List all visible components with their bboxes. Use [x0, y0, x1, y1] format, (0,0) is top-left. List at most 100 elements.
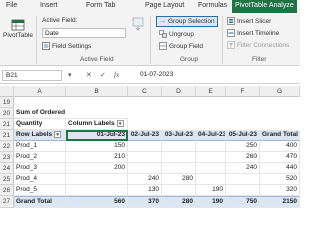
column-filter-dropdown-icon[interactable]: ▾: [116, 119, 124, 127]
value-cell[interactable]: [128, 141, 162, 152]
tab-file[interactable]: File: [6, 2, 17, 9]
row-header[interactable]: 21: [0, 130, 14, 141]
slicer-icon: [227, 17, 235, 25]
row-total-cell[interactable]: 320: [260, 185, 300, 196]
row-label-cell[interactable]: Prod_3: [14, 163, 66, 174]
row-header[interactable]: 20: [0, 108, 14, 119]
value-cell[interactable]: [162, 185, 196, 196]
row-header[interactable]: 27: [0, 196, 14, 208]
row-total-cell[interactable]: 470: [260, 152, 300, 163]
formula-input[interactable]: 01-07-2023: [138, 70, 296, 81]
insert-timeline-button[interactable]: Insert Timeline: [227, 29, 279, 37]
enter-icon[interactable]: ✓: [100, 71, 106, 79]
value-cell[interactable]: [162, 141, 196, 152]
date-header-cell[interactable]: 04-Jul-23: [196, 130, 226, 141]
value-cell[interactable]: [196, 141, 226, 152]
group-field-button[interactable]: Group Field: [159, 42, 203, 50]
column-header-a[interactable]: A: [14, 86, 66, 97]
value-cell[interactable]: 240: [226, 163, 260, 174]
column-total-cell[interactable]: 750: [226, 196, 260, 208]
date-header-cell[interactable]: 01-Jul-23: [66, 130, 128, 141]
row-header[interactable]: 25: [0, 174, 14, 185]
column-header-c[interactable]: C: [128, 86, 162, 97]
group-selection-button[interactable]: → Group Selection: [156, 16, 218, 27]
value-cell[interactable]: [128, 152, 162, 163]
value-cell[interactable]: 250: [226, 141, 260, 152]
row-label-cell[interactable]: Prod_4: [14, 174, 66, 185]
tab-page-layout[interactable]: Page Layout: [145, 2, 184, 9]
row-labels-header[interactable]: Row Labels ▾: [14, 130, 66, 141]
tab-form[interactable]: Form Tab: [86, 2, 115, 9]
date-header-cell[interactable]: 02-Jul-23: [128, 130, 162, 141]
row-total-cell[interactable]: 520: [260, 174, 300, 185]
pivot-values-label[interactable]: Sum of Ordered: [14, 108, 128, 119]
value-cell[interactable]: [162, 163, 196, 174]
row-header[interactable]: 26: [0, 185, 14, 196]
pivot-values-label-cont[interactable]: Quantity: [14, 119, 66, 130]
tab-pivottable-analyze[interactable]: PivotTable Analyze: [232, 0, 297, 13]
row-header[interactable]: 21: [0, 119, 14, 130]
name-box-dropdown-icon[interactable]: ▾: [68, 71, 72, 79]
select-all-corner[interactable]: [0, 86, 14, 97]
row-label-cell[interactable]: Prod_1: [14, 141, 66, 152]
value-cell[interactable]: [66, 174, 128, 185]
row-label-cell[interactable]: Prod_2: [14, 152, 66, 163]
value-cell[interactable]: 280: [162, 174, 196, 185]
column-header-f[interactable]: F: [226, 86, 260, 97]
field-settings-icon: [42, 42, 50, 50]
grand-total-header[interactable]: Grand Total: [260, 130, 300, 141]
row-header[interactable]: 24: [0, 163, 14, 174]
filter-connections-icon: [227, 41, 235, 49]
pivottable-button[interactable]: PivotTable: [3, 19, 33, 39]
row-header[interactable]: 19: [0, 97, 14, 108]
column-header-g[interactable]: G: [260, 86, 300, 97]
column-total-cell[interactable]: 560: [66, 196, 128, 208]
row-total-cell[interactable]: 440: [260, 163, 300, 174]
value-cell[interactable]: [196, 163, 226, 174]
value-cell[interactable]: [66, 185, 128, 196]
ungroup-button[interactable]: Ungroup: [159, 30, 194, 38]
tab-insert[interactable]: Insert: [40, 2, 58, 9]
value-cell[interactable]: 240: [128, 174, 162, 185]
active-field-input[interactable]: Date: [42, 28, 126, 38]
value-cell[interactable]: 200: [66, 163, 128, 174]
value-cell[interactable]: [196, 152, 226, 163]
insert-function-icon[interactable]: fx: [114, 71, 119, 79]
row-total-cell[interactable]: 400: [260, 141, 300, 152]
value-cell[interactable]: [226, 185, 260, 196]
column-header-d[interactable]: D: [162, 86, 196, 97]
row-label-cell[interactable]: Prod_5: [14, 185, 66, 196]
column-total-cell[interactable]: 370: [128, 196, 162, 208]
value-cell[interactable]: [162, 152, 196, 163]
row-filter-dropdown-icon[interactable]: ▾: [54, 130, 62, 138]
value-cell[interactable]: 130: [128, 185, 162, 196]
tab-formulas[interactable]: Formulas: [198, 2, 227, 9]
value-cell[interactable]: 190: [196, 185, 226, 196]
filter-connections-label: Filter Connections: [237, 41, 290, 49]
grand-total-label[interactable]: Grand Total: [14, 196, 66, 208]
value-cell[interactable]: 150: [66, 141, 128, 152]
column-header-e[interactable]: E: [196, 86, 226, 97]
field-settings-button[interactable]: Field Settings: [42, 42, 91, 50]
column-labels-header[interactable]: Column Labels ▾: [66, 119, 128, 130]
pivottable-icon: [11, 19, 25, 31]
date-header-cell[interactable]: 03-Jul-23: [162, 130, 196, 141]
drill-down-icon[interactable]: [132, 17, 144, 31]
date-header-cell[interactable]: 05-Jul-23: [226, 130, 260, 141]
name-box[interactable]: B21: [2, 70, 62, 81]
value-cell[interactable]: [226, 174, 260, 185]
value-cell[interactable]: 210: [66, 152, 128, 163]
grand-total-cell[interactable]: 2150: [260, 196, 300, 208]
column-total-cell[interactable]: 280: [162, 196, 196, 208]
value-cell[interactable]: [128, 163, 162, 174]
filter-connections-button[interactable]: Filter Connections: [227, 41, 289, 49]
row-header[interactable]: 22: [0, 141, 14, 152]
column-header-b[interactable]: B: [66, 86, 128, 97]
value-cell[interactable]: [196, 174, 226, 185]
column-total-cell[interactable]: 190: [196, 196, 226, 208]
value-cell[interactable]: 260: [226, 152, 260, 163]
ungroup-icon: [159, 30, 167, 38]
cancel-icon[interactable]: ✕: [86, 71, 92, 79]
row-header[interactable]: 23: [0, 152, 14, 163]
insert-slicer-button[interactable]: Insert Slicer: [227, 17, 271, 25]
